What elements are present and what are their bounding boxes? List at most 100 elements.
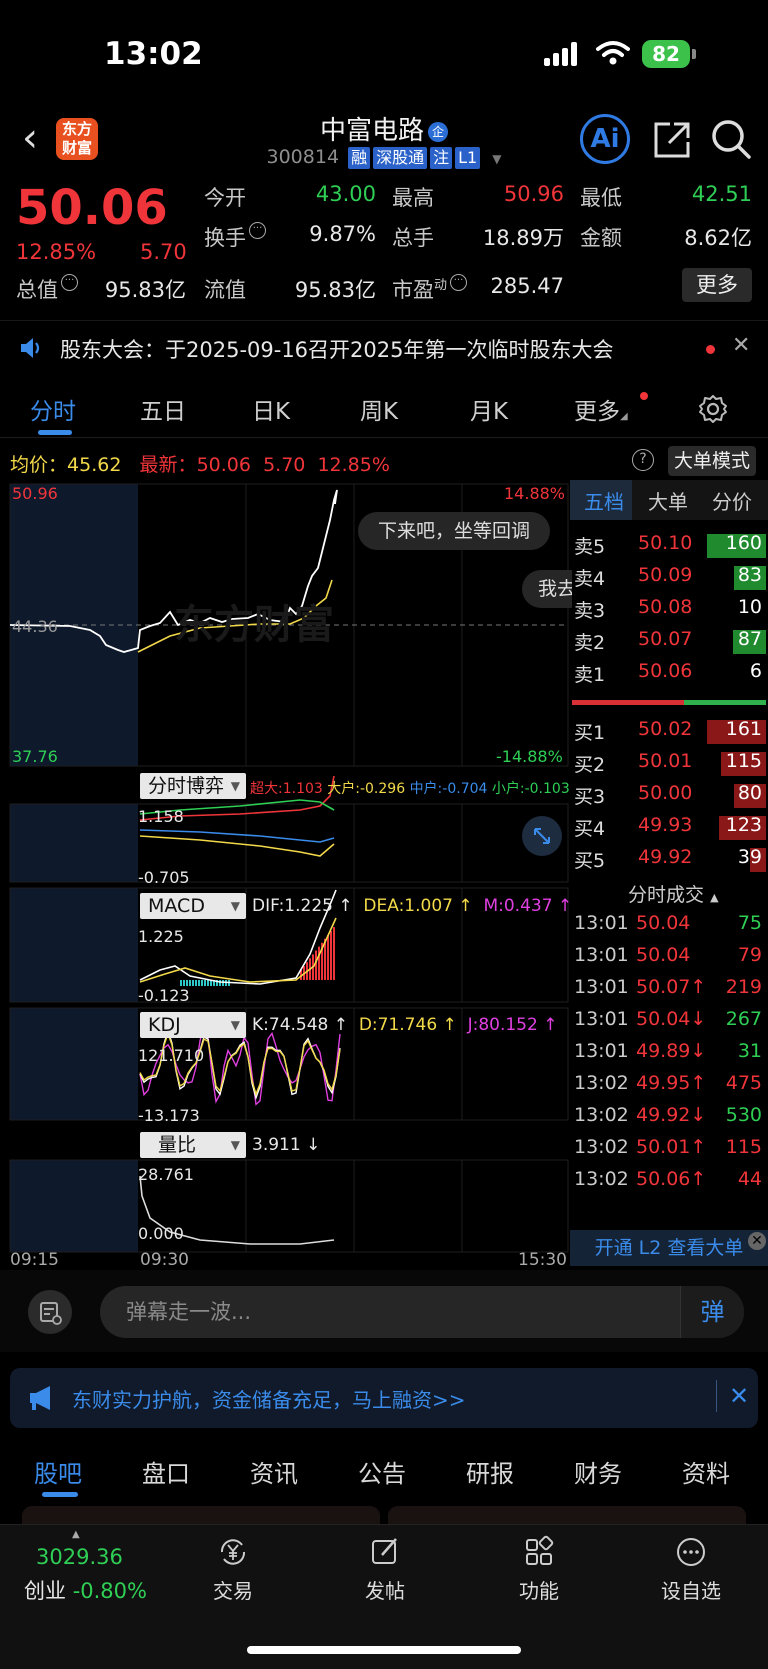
tab-level5[interactable]: 五档: [584, 486, 624, 515]
trade-price: 49.92↓: [636, 1104, 707, 1126]
watermark: 东方财富: [174, 602, 334, 648]
bid-row[interactable]: 买2 50.01 115: [570, 748, 768, 780]
nav-add-watchlist[interactable]: 设自选: [646, 1525, 736, 1604]
big-order-mode-button[interactable]: 大单模式: [668, 446, 756, 476]
trade-price: 50.04: [636, 944, 691, 966]
close-icon[interactable]: ✕: [732, 333, 750, 358]
kdj-axis-top: 121.710: [138, 1046, 205, 1065]
stock-code: 300814: [266, 146, 340, 168]
level-price: 49.93: [638, 814, 693, 836]
tag-margin: 融: [348, 147, 371, 169]
kdj-selector-label: KDJ: [148, 1014, 181, 1036]
share-icon[interactable]: [652, 120, 692, 160]
index-value[interactable]: 3029.36: [36, 1545, 123, 1569]
tab-profile[interactable]: 资料: [682, 1454, 730, 1489]
nav-post[interactable]: 发帖: [340, 1525, 430, 1604]
trades-title[interactable]: 分时成交 ▲: [628, 880, 719, 907]
tab-weekly[interactable]: 周K: [360, 392, 398, 426]
tab-financials[interactable]: 财务: [574, 1454, 622, 1489]
latest-label: 最新：: [139, 454, 197, 476]
low-label: 最低: [580, 186, 622, 210]
bid-row[interactable]: 买3 50.00 80: [570, 780, 768, 812]
game-selector[interactable]: 分时博弈 ▼: [140, 773, 246, 799]
bid-row[interactable]: 买5 49.92 39: [570, 844, 768, 876]
tab-news[interactable]: 资讯: [250, 1454, 298, 1489]
high-label: 最高: [392, 186, 434, 210]
macd-selector[interactable]: MACD ▼: [140, 893, 246, 919]
info-icon[interactable]: ···: [61, 274, 78, 291]
volratio-selector[interactable]: 量比 ▼: [140, 1132, 246, 1158]
tab-big-orders[interactable]: 大单: [648, 486, 688, 515]
trade-row: 13:01 50.04↓ 267: [570, 1006, 768, 1038]
macd-bar: [201, 980, 203, 986]
bid-row[interactable]: 买1 50.02 161: [570, 716, 768, 748]
trade-volume: 475: [725, 1072, 762, 1094]
trade-time: 13:01: [574, 944, 629, 966]
open-label: 今开: [204, 186, 246, 210]
more-button[interactable]: 更多: [682, 268, 752, 302]
level-volume: 123: [725, 814, 762, 836]
order-book-tabs: 五档 大单 分价: [570, 480, 768, 520]
tab-research[interactable]: 研报: [466, 1454, 514, 1489]
bid-row[interactable]: 买4 49.93 123: [570, 812, 768, 844]
ask-row[interactable]: 卖4 50.09 83: [570, 562, 768, 594]
notice-bar[interactable]: 股东大会：于2025-09-16召开2025年第一次临时股东大会 ✕: [0, 320, 768, 376]
danmu-settings-icon[interactable]: [28, 1290, 72, 1334]
help-icon[interactable]: ?: [632, 449, 654, 471]
tab-monthly[interactable]: 月K: [470, 392, 508, 426]
level-price: 50.09: [638, 564, 693, 586]
danmu-input[interactable]: 弹幕走一波...: [100, 1286, 744, 1338]
close-icon[interactable]: ✕: [716, 1380, 749, 1412]
tab-intraday[interactable]: 分时: [30, 392, 76, 426]
unread-dot: [706, 345, 715, 354]
tab-more[interactable]: 更多◢: [574, 392, 628, 426]
float-cap-value: 95.83亿: [294, 278, 376, 302]
macd-axis-top: 1.225: [138, 927, 184, 946]
ask-row[interactable]: 卖2 50.07 87: [570, 626, 768, 658]
nav-label: 交易: [213, 1579, 253, 1603]
ask-row[interactable]: 卖3 50.08 10: [570, 594, 768, 626]
turnover-value: 9.87%: [309, 222, 376, 246]
info-icon[interactable]: ···: [249, 222, 266, 239]
pe-sup: 动: [434, 278, 448, 293]
nav-trade[interactable]: 交易: [188, 1525, 278, 1604]
status-time: 13:02: [104, 36, 203, 72]
ask-row[interactable]: 卖5 50.10 160: [570, 530, 768, 562]
change-percent: 12.85%: [16, 240, 97, 264]
ask-row[interactable]: 卖1 50.06 6: [570, 658, 768, 690]
l2-upgrade-banner[interactable]: 开通 L2 查看大单: [570, 1230, 768, 1266]
nav-label: 设自选: [661, 1579, 721, 1603]
level-label: 买4: [574, 818, 606, 840]
close-icon[interactable]: ✕: [748, 1232, 766, 1250]
trade-time: 13:01: [574, 912, 629, 934]
chevron-down-icon: ▼: [230, 899, 240, 913]
tab-orderbook[interactable]: 盘口: [142, 1454, 190, 1489]
avg-price-row: 均价：45.62 最新：50.06 5.70 12.85%: [10, 450, 390, 477]
promo-banner[interactable]: 东财实力护航，资金储备充足，马上融资>> ✕: [10, 1368, 758, 1428]
ai-assistant-button[interactable]: Ai: [580, 114, 630, 164]
level-price: 49.92: [638, 846, 693, 868]
macd-m: M:0.437 ↑: [483, 896, 573, 916]
level-volume: 6: [749, 660, 762, 682]
expand-icon[interactable]: [522, 816, 562, 856]
level-label: 买5: [574, 850, 606, 872]
tab-5day[interactable]: 五日: [140, 392, 186, 426]
index-name-change[interactable]: 创业 -0.80%: [24, 1575, 147, 1605]
tab-daily[interactable]: 日K: [252, 392, 290, 426]
tab-price-dist[interactable]: 分价: [712, 486, 752, 515]
kdj-selector[interactable]: KDJ ▼: [140, 1012, 246, 1038]
tab-announcements[interactable]: 公告: [358, 1454, 406, 1489]
tab-forum[interactable]: 股吧: [34, 1454, 82, 1489]
tab-more-label: 更多: [574, 399, 620, 425]
macd-legend: DIF:1.225 ↑ DEA:1.007 ↑ M:0.437 ↑: [252, 896, 572, 916]
danmu-bar: 弹幕走一波... 弹: [0, 1270, 768, 1352]
gear-icon[interactable]: [698, 394, 728, 424]
macd-bar: [315, 950, 317, 980]
pe-label: 市盈动 ···: [392, 274, 468, 304]
info-icon[interactable]: ···: [450, 274, 468, 291]
nav-functions[interactable]: 功能: [494, 1525, 584, 1604]
apps-icon: [526, 1535, 554, 1565]
search-icon[interactable]: [710, 118, 752, 160]
tab-underline: [38, 430, 72, 435]
danmu-send-button[interactable]: 弹: [680, 1286, 744, 1338]
